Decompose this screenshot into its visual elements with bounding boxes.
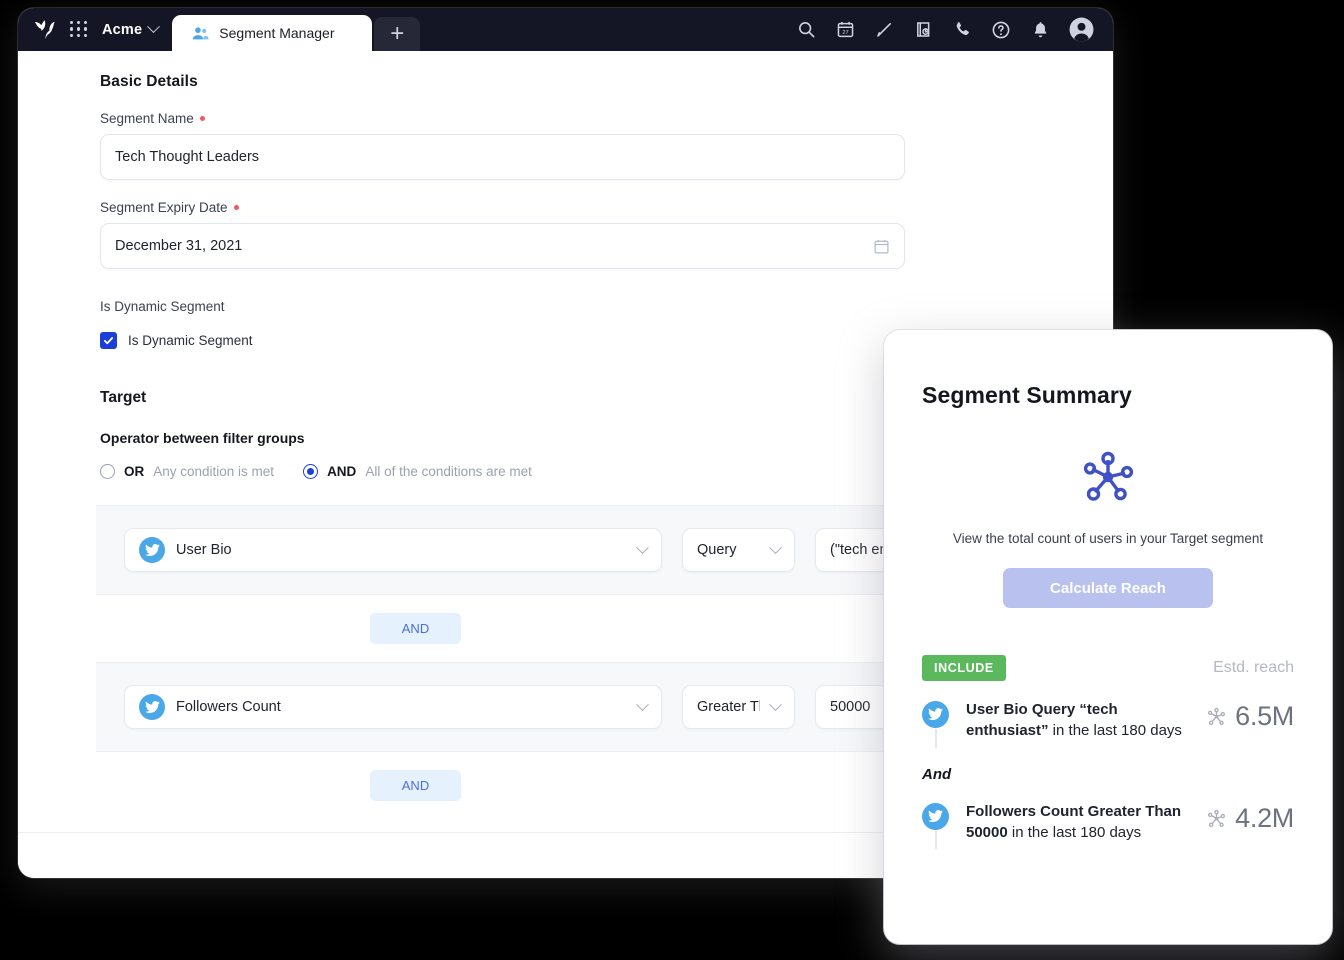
chevron-down-icon bbox=[636, 698, 649, 711]
segment-summary-panel: Segment Summary View the total count of … bbox=[884, 330, 1332, 944]
segment-summary-title: Segment Summary bbox=[922, 382, 1294, 409]
filter-operator-value-1: Query bbox=[697, 542, 760, 558]
summary-reach-1: 6.5M bbox=[1207, 699, 1294, 732]
network-hub-icon bbox=[1207, 707, 1226, 726]
twitter-icon bbox=[922, 701, 949, 728]
filter-operator-select-2[interactable]: Greater Th bbox=[682, 685, 795, 729]
compose-icon[interactable] bbox=[873, 19, 895, 41]
summary-condition-rest-2: in the last 180 days bbox=[1008, 824, 1141, 841]
radio-or[interactable] bbox=[100, 464, 115, 479]
is-dynamic-segment-label: Is Dynamic Segment bbox=[100, 299, 1073, 314]
summary-condition-text-2: Followers Count Greater Than 50000 in th… bbox=[949, 801, 1207, 844]
required-indicator-icon bbox=[234, 205, 239, 210]
new-tab-button[interactable]: + bbox=[374, 17, 420, 51]
calendar-icon[interactable] bbox=[873, 238, 890, 255]
summary-conjunction: And bbox=[922, 766, 1294, 783]
avatar-icon[interactable] bbox=[1068, 16, 1095, 43]
people-icon bbox=[192, 26, 209, 41]
search-icon[interactable] bbox=[795, 19, 817, 41]
summary-condition-rest-1: in the last 180 days bbox=[1049, 722, 1182, 739]
condition-connector-line bbox=[935, 831, 937, 850]
radio-and[interactable] bbox=[303, 464, 318, 479]
apps-grid-icon[interactable] bbox=[68, 19, 90, 41]
calculate-reach-button[interactable]: Calculate Reach bbox=[1003, 568, 1213, 608]
timesheet-icon[interactable] bbox=[912, 19, 934, 41]
radio-and-hint: All of the conditions are met bbox=[365, 464, 532, 479]
filter-attribute-value-1: User Bio bbox=[176, 542, 627, 558]
radio-or-label: OR bbox=[124, 464, 144, 479]
segment-name-label: Segment Name bbox=[100, 111, 1073, 126]
summary-reach-value-2: 4.2M bbox=[1235, 803, 1294, 834]
network-hub-icon bbox=[1207, 809, 1226, 828]
chevron-down-icon bbox=[769, 698, 782, 711]
chevron-down-icon bbox=[636, 541, 649, 554]
is-dynamic-segment-checkbox-label: Is Dynamic Segment bbox=[128, 333, 253, 348]
org-name-label: Acme bbox=[102, 22, 142, 38]
filter-operator-select-1[interactable]: Query bbox=[682, 528, 795, 572]
topbar-actions: 27 bbox=[795, 16, 1103, 43]
help-icon[interactable] bbox=[990, 19, 1012, 41]
and-connector-row-2: AND bbox=[18, 752, 813, 819]
twitter-icon bbox=[922, 803, 949, 830]
segment-expiry-label: Segment Expiry Date bbox=[100, 200, 1073, 215]
segment-name-input[interactable]: Tech Thought Leaders bbox=[100, 134, 905, 180]
and-chip-2[interactable]: AND bbox=[370, 770, 461, 801]
and-chip-1[interactable]: AND bbox=[370, 613, 461, 644]
chevron-down-icon bbox=[769, 541, 782, 554]
radio-or-hint: Any condition is met bbox=[153, 464, 274, 479]
filter-operator-value-2: Greater Th bbox=[697, 699, 760, 715]
segment-expiry-value: December 31, 2021 bbox=[115, 238, 873, 254]
summary-condition-1: User Bio Query “tech enthusiast” in the … bbox=[922, 699, 1294, 742]
segment-name-value: Tech Thought Leaders bbox=[115, 149, 890, 165]
basic-details-heading: Basic Details bbox=[100, 73, 1073, 91]
page-background: Acme Segment Manager + bbox=[0, 0, 1344, 960]
svg-text:27: 27 bbox=[842, 30, 848, 36]
segment-summary-subtitle: View the total count of users in your Ta… bbox=[922, 531, 1294, 546]
estd-reach-label: Estd. reach bbox=[1213, 659, 1294, 677]
leaf-logo-icon[interactable] bbox=[32, 17, 58, 43]
filter-attribute-value-2: Followers Count bbox=[176, 699, 627, 715]
filter-attribute-select-2[interactable]: Followers Count bbox=[124, 685, 662, 729]
and-connector-row-1: AND bbox=[18, 595, 813, 662]
chevron-down-icon bbox=[147, 20, 160, 33]
org-switcher[interactable]: Acme bbox=[102, 22, 158, 38]
summary-condition-2: Followers Count Greater Than 50000 in th… bbox=[922, 801, 1294, 844]
include-header-row: INCLUDE Estd. reach bbox=[922, 655, 1294, 681]
tab-label: Segment Manager bbox=[219, 25, 334, 41]
include-badge: INCLUDE bbox=[922, 655, 1006, 681]
condition-connector-line bbox=[935, 729, 937, 748]
is-dynamic-segment-checkbox[interactable] bbox=[100, 332, 117, 349]
tab-segment-manager[interactable]: Segment Manager bbox=[172, 15, 372, 51]
twitter-icon bbox=[139, 537, 165, 563]
radio-and-label: AND bbox=[327, 464, 356, 479]
segment-expiry-input[interactable]: December 31, 2021 bbox=[100, 223, 905, 269]
network-hub-icon bbox=[922, 451, 1294, 503]
top-navigation-bar: Acme Segment Manager + bbox=[18, 8, 1113, 51]
tab-strip: Segment Manager + bbox=[172, 8, 420, 51]
summary-reach-2: 4.2M bbox=[1207, 801, 1294, 834]
summary-reach-value-1: 6.5M bbox=[1235, 701, 1294, 732]
twitter-icon bbox=[139, 694, 165, 720]
bell-icon[interactable] bbox=[1029, 19, 1051, 41]
required-indicator-icon bbox=[200, 116, 205, 121]
summary-condition-text-1: User Bio Query “tech enthusiast” in the … bbox=[949, 699, 1207, 742]
filter-attribute-select-1[interactable]: User Bio bbox=[124, 528, 662, 572]
phone-icon[interactable] bbox=[951, 19, 973, 41]
calendar-icon[interactable]: 27 bbox=[834, 19, 856, 41]
